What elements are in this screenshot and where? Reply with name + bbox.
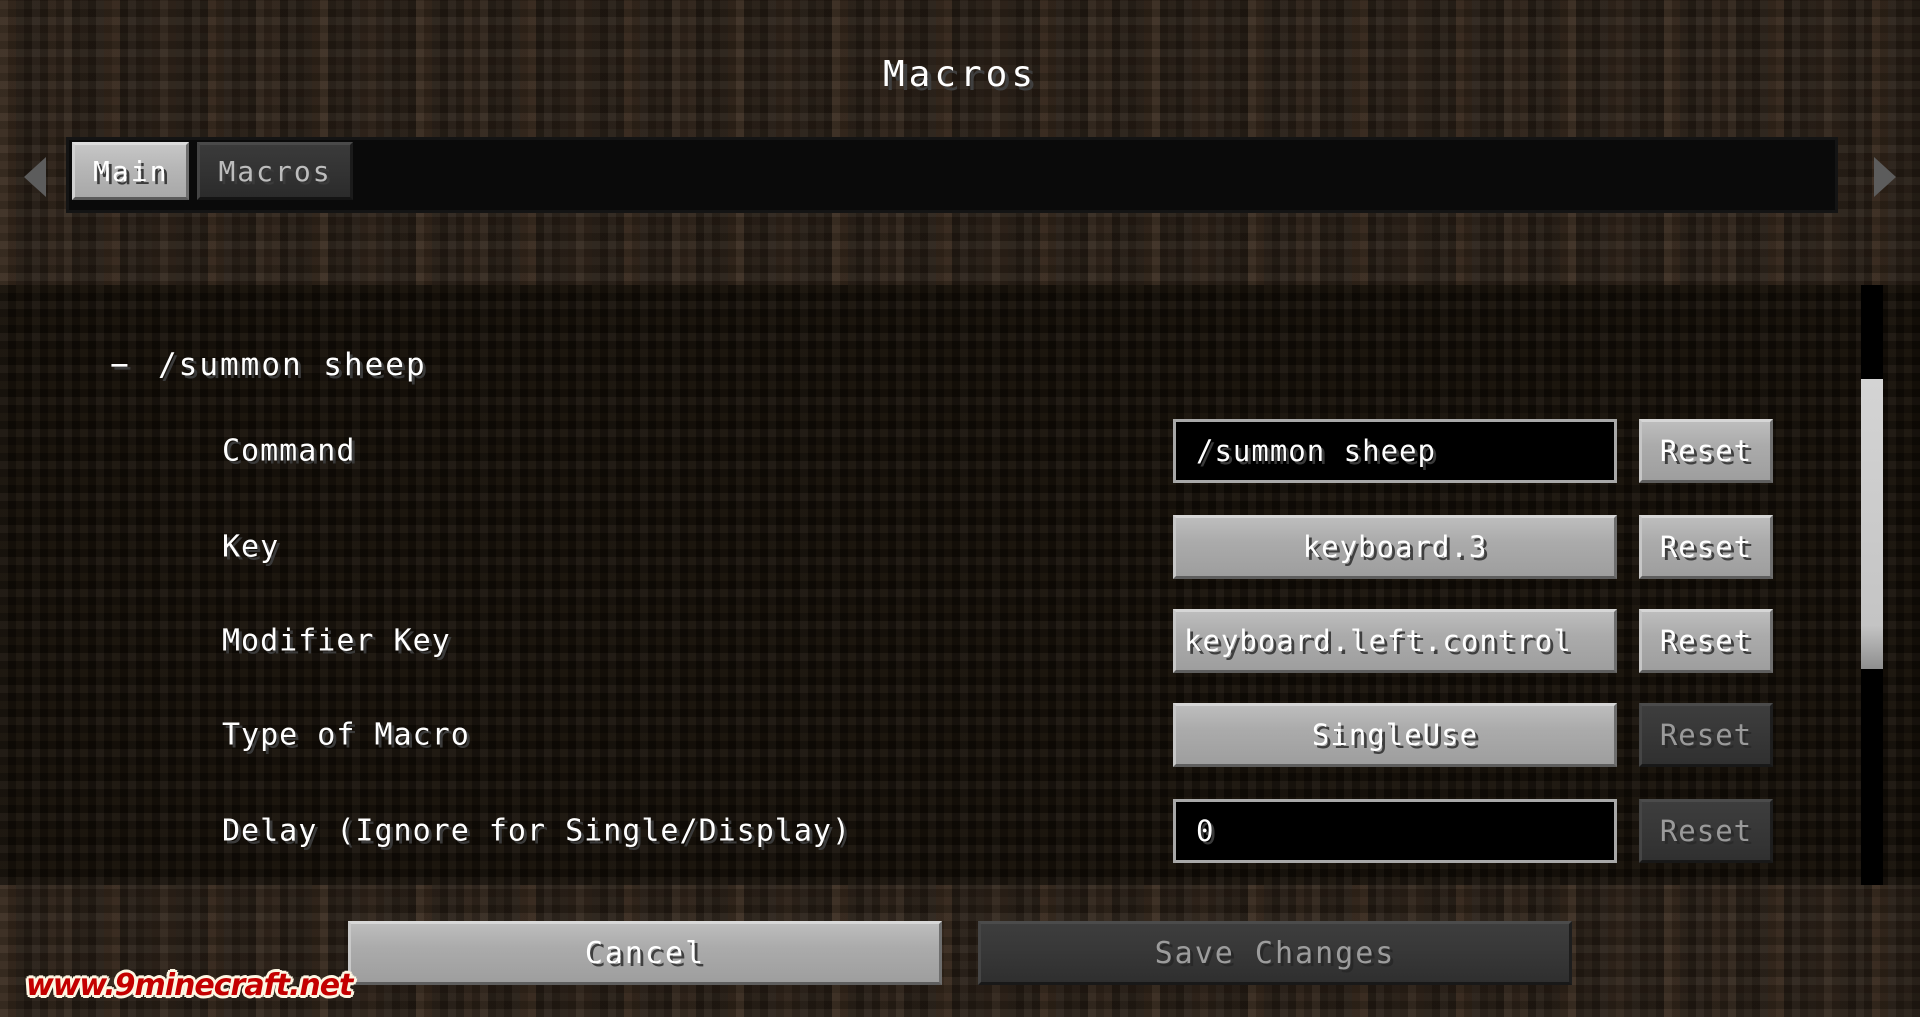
row-label-modifier-key: Modifier Key (222, 623, 451, 659)
reset-button-modifier-key[interactable]: Reset (1639, 609, 1773, 673)
tab-main-label: Main (93, 154, 169, 188)
delay-input[interactable]: 0 (1173, 799, 1617, 863)
key-binding-button[interactable]: keyboard.3 (1173, 515, 1617, 579)
row-label-type-of-macro: Type of Macro (222, 717, 470, 753)
modifier-key-binding-button[interactable]: keyboard.left.control (1173, 609, 1617, 673)
collapse-minus-icon[interactable]: − (110, 347, 158, 383)
command-input[interactable]: /summon sheep (1173, 419, 1617, 483)
chevron-right-icon[interactable] (1874, 157, 1896, 197)
config-row-type-of-macro: Type of Macro SingleUse Reset (0, 703, 1920, 767)
config-row-command: Command /summon sheep Reset (0, 419, 1920, 483)
reset-button-delay: Reset (1639, 799, 1773, 863)
vertical-scrollbar-thumb[interactable] (1861, 379, 1883, 669)
config-row-delay: Delay (Ignore for Single/Display) 0 Rese… (0, 799, 1920, 863)
chevron-left-icon[interactable] (24, 157, 46, 197)
macro-group-header[interactable]: −/summon sheep (110, 347, 427, 383)
row-label-delay: Delay (Ignore for Single/Display) (222, 813, 852, 849)
macro-type-button[interactable]: SingleUse (1173, 703, 1617, 767)
cancel-button[interactable]: Cancel (348, 921, 942, 985)
tab-main[interactable]: Main (72, 142, 190, 200)
tab-strip: Main Macros (0, 137, 1920, 225)
config-row-key: Key keyboard.3 Reset (0, 515, 1920, 579)
config-row-modifier-key: Modifier Key keyboard.left.control Reset (0, 609, 1920, 673)
macro-group-label: /summon sheep (158, 347, 427, 383)
row-label-key: Key (222, 529, 280, 565)
config-content-panel: −/summon sheep Command /summon sheep Res… (0, 285, 1920, 885)
macros-config-screen: Macros Main Macros −/summon sheep Comman… (0, 0, 1920, 1017)
reset-button-command[interactable]: Reset (1639, 419, 1773, 483)
tab-macros-label: Macros (218, 154, 332, 188)
reset-button-key[interactable]: Reset (1639, 515, 1773, 579)
page-title: Macros (882, 54, 1038, 95)
save-changes-button: Save Changes (978, 921, 1572, 985)
row-label-command: Command (222, 433, 356, 469)
tab-list: Main Macros (72, 142, 353, 200)
site-watermark: www.9minecraft.net (26, 968, 353, 1003)
tab-macros[interactable]: Macros (197, 142, 353, 200)
reset-button-type-of-macro: Reset (1639, 703, 1773, 767)
